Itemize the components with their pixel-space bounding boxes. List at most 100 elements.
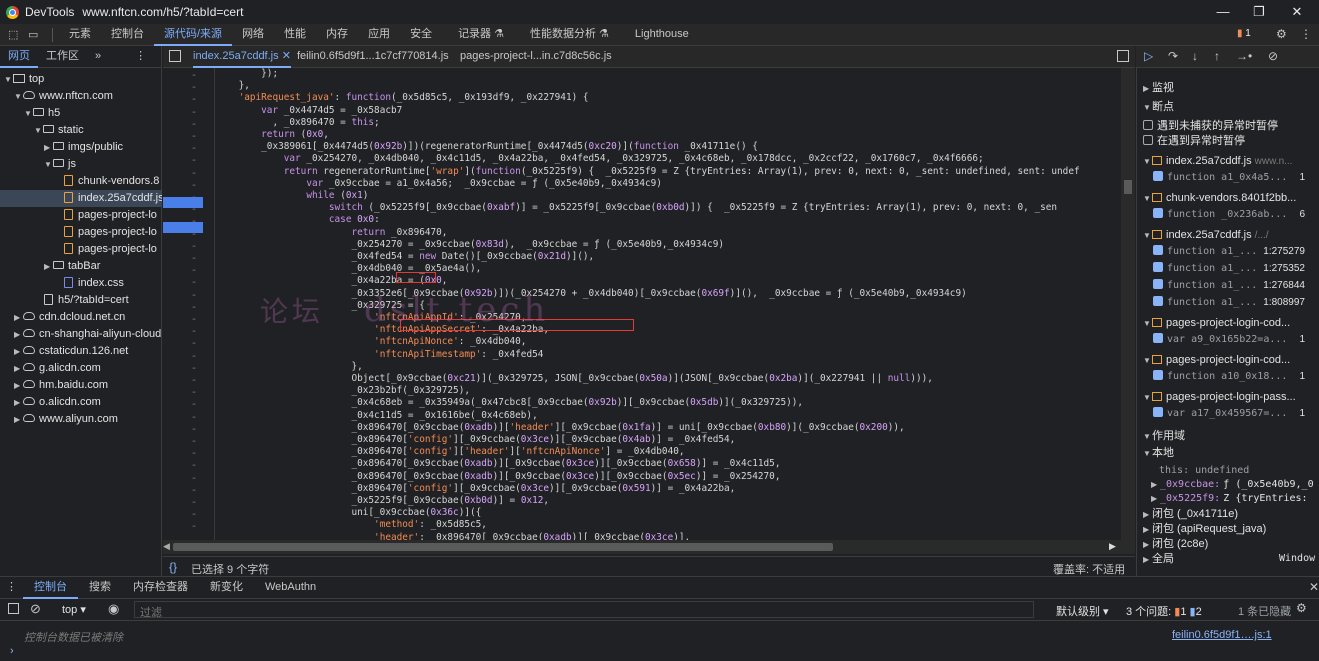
code-line[interactable]: _0x254270 = _0x9ccbae(0x83d), _0x9ccbae … [216,239,724,251]
line-marker[interactable]: - [191,156,197,167]
navigator-menu-icon[interactable]: ⋮ [135,46,146,68]
breakpoint-entry[interactable]: function a1_... 1:808997 [1153,295,1305,311]
deactivate-breakpoints-icon[interactable]: ⊘ [1268,49,1278,63]
line-marker[interactable]: - [191,120,197,131]
code-line[interactable]: 'apiRequest_java': function(_0x5d85c5, _… [216,92,589,104]
step-out-icon[interactable]: ↑ [1214,49,1220,63]
tab-network[interactable]: 网络 [232,24,274,46]
tab-performance-insights[interactable]: 性能数据分析 ⚗ [520,24,619,46]
scope-closure[interactable]: ▶ 全局 Window [1143,551,1318,567]
collapsed-arrow-icon[interactable]: ▶ [14,309,23,326]
scope-local[interactable]: ▼本地 [1143,445,1174,461]
tab-workspace[interactable]: 工作区 [38,46,87,68]
minimize-icon[interactable]: — [1216,4,1230,19]
tree-item[interactable]: ▼ js [0,156,162,173]
tree-item[interactable]: ▼ static [0,122,162,139]
line-marker[interactable]: - [191,486,197,497]
line-marker[interactable]: - [191,327,197,338]
tab-lighthouse[interactable]: Lighthouse [625,24,699,46]
toggle-debugger-icon[interactable] [1117,50,1129,62]
tab-console[interactable]: 控制台 [101,24,154,46]
line-marker[interactable]: - [191,364,197,375]
tab-elements[interactable]: 元素 [59,24,101,46]
breakpoint-file[interactable]: ▼ chunk-vendors.8401f2bb... [1143,190,1296,206]
collapsed-arrow-icon[interactable]: ▶ [44,258,53,275]
expanded-arrow-icon[interactable]: ▼ [4,71,13,88]
line-marker[interactable]: - [191,376,197,387]
horizontal-scrollbar[interactable]: ◀ ▶ [163,540,1121,554]
log-level-select[interactable]: 默认级别 ▾ [1056,603,1109,619]
code-line[interactable]: _0x896470[_0x9ccbae(0xadb)][_0x9ccbae(0x… [216,471,780,483]
breakpoint-entry[interactable]: var a9_0x165b22=a... 1 [1153,332,1305,348]
breakpoint-entry[interactable]: function a10_0x18... 1 [1153,369,1305,385]
tab-memory[interactable]: 内存 [316,24,358,46]
line-marker[interactable]: - [191,510,197,521]
collapsed-arrow-icon[interactable]: ▶ [14,343,23,360]
console-filter-input[interactable]: 过滤 [134,601,1034,619]
breakpoint-file[interactable]: ▼ pages-project-login-cod... [1143,315,1290,331]
collapsed-arrow-icon[interactable]: ▶ [14,394,23,411]
scope-variable[interactable]: ▶ _0x5225f9: Z {tryEntries: [1151,490,1308,506]
more-tabs-icon[interactable]: » [87,46,109,68]
line-marker[interactable]: - [191,425,197,436]
collapsed-arrow-icon[interactable]: ▶ [14,360,23,377]
line-marker[interactable]: - [191,413,197,424]
code-line[interactable]: _0x4c11d5 = _0x1616be(_0x4c68eb), [216,410,537,422]
code-line[interactable]: 'nftcnApiTimestamp': _0x4fed54 [216,349,543,361]
drawer-tab-search[interactable]: 搜索 [78,577,122,599]
line-marker[interactable]: - [191,71,197,82]
line-marker[interactable]: - [191,95,197,106]
tree-item[interactable]: index.25a7cddf.js [0,190,162,207]
breakpoint-entry[interactable]: function a1_... 1:275279 [1153,244,1305,260]
code-line[interactable]: switch (_0x5225f9[_0x9ccbae(0xabf)] = _0… [216,202,1057,214]
expanded-arrow-icon[interactable]: ▼ [44,156,53,173]
line-marker[interactable]: - [191,400,197,411]
collapsed-arrow-icon[interactable]: ▶ [14,377,23,394]
line-marker[interactable]: - [191,474,197,485]
tree-item[interactable]: ▼ h5 [0,105,162,122]
tab-application[interactable]: 应用 [358,24,400,46]
tab-performance[interactable]: 性能 [274,24,316,46]
console-prompt-icon[interactable]: › [10,645,14,657]
line-marker[interactable]: - [191,108,197,119]
live-expression-eye-icon[interactable]: ◉ [108,601,119,617]
clear-console-icon[interactable]: ⊘ [30,601,41,617]
code-line[interactable]: _0x896470['config'][_0x9ccbae(0x3ce)][_0… [216,483,735,495]
tree-item[interactable]: ▼ top [0,71,162,88]
breakpoint-file[interactable]: ▼ index.25a7cddf.js www.n... [1143,153,1292,169]
close-drawer-icon[interactable]: ✕ [1298,577,1319,599]
line-marker[interactable]: - [191,169,197,180]
line-marker[interactable]: - [191,461,197,472]
step-icon[interactable]: →• [1236,49,1252,63]
tab-recorder[interactable]: 记录器 ⚗ [448,24,514,46]
close-tab-icon[interactable]: ✕ [282,50,291,62]
code-line[interactable]: }); [216,68,278,80]
line-marker[interactable]: - [191,278,197,289]
tree-item[interactable]: ▶ o.alicdn.com [0,394,162,411]
tree-item[interactable]: pages-project-lo [0,241,162,258]
line-marker[interactable]: - [191,388,197,399]
tree-item[interactable]: h5/?tabId=cert [0,292,162,309]
tree-item[interactable]: chunk-vendors.8 [0,173,162,190]
code-line[interactable]: }, [216,80,250,92]
tab-sources[interactable]: 源代码/来源 [154,24,233,46]
step-over-icon[interactable]: ↷ [1168,49,1178,63]
code-line[interactable]: }, [216,361,362,373]
breakpoint-marker[interactable] [163,197,203,208]
editor-tab-feilin[interactable]: feilin0.6f5d9f1...1c7cf770814.js [297,46,449,68]
drawer-tab-changes[interactable]: 新变化 [199,577,254,599]
collapsed-arrow-icon[interactable]: ▶ [14,326,23,343]
tree-item[interactable]: ▼ www.nftcn.com [0,88,162,105]
line-marker[interactable]: - [191,303,197,314]
code-line[interactable]: _0x4c68eb = _0x35949a(_0x47cbc8[_0x9ccba… [216,397,803,409]
line-marker[interactable]: - [191,181,197,192]
line-marker[interactable]: - [191,498,197,509]
expanded-arrow-icon[interactable]: ▼ [34,122,43,139]
breakpoint-file[interactable]: ▼ pages-project-login-pass... [1143,389,1296,405]
issues-count[interactable]: 3 个问题: ▮1 ▮2 [1126,603,1202,619]
scope-closure[interactable]: ▶ 闭包 (apiRequest_java) [1143,521,1266,537]
code-line[interactable]: case 0x0: [216,214,380,226]
tree-item[interactable]: ▶ g.alicdn.com [0,360,162,377]
code-line[interactable]: var _0x9ccbae = a1_0x4a56; _0x9ccbae = ƒ… [216,178,662,190]
console-settings-icon[interactable]: ⚙ [1296,601,1307,615]
